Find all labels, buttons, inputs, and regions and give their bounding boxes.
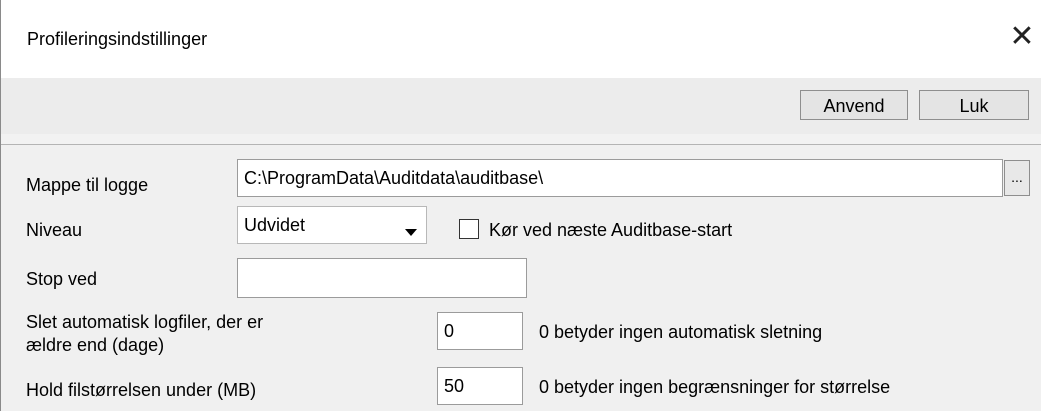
title-bar: Profileringsindstillinger ✕ — [1, 0, 1042, 78]
apply-button[interactable]: Anvend — [800, 90, 908, 120]
folder-path-input[interactable]: C:\ProgramData\Auditdata\auditbase\ — [237, 159, 1003, 197]
settings-form: Mappe til logge C:\ProgramData\Auditdata… — [1, 145, 1041, 411]
stop-at-input[interactable] — [237, 258, 527, 298]
level-label: Niveau — [26, 220, 83, 240]
close-icon[interactable]: ✕ — [1007, 22, 1037, 52]
max-size-label: Hold filstørrelsen under (MB) — [26, 380, 257, 400]
auto-delete-label-line1: Slet automatisk logfiler, der er — [26, 312, 264, 332]
auto-delete-hint: 0 betyder ingen automatisk sletning — [539, 322, 823, 342]
close-button[interactable]: Luk — [919, 90, 1029, 120]
max-size-input[interactable]: 50 — [437, 367, 523, 405]
settings-dialog: Profileringsindstillinger ✕ Anvend Luk M… — [0, 0, 1042, 411]
level-select-value: Udvidet — [244, 215, 306, 235]
run-next-start-label: Kør ved næste Auditbase-start — [489, 220, 733, 240]
browse-button[interactable]: ... — [1004, 160, 1030, 196]
auto-delete-days-input[interactable]: 0 — [437, 312, 523, 350]
chevron-down-icon[interactable] — [405, 229, 417, 236]
run-next-start-checkbox[interactable] — [459, 219, 479, 239]
max-size-hint: 0 betyder ingen begrænsninger for større… — [539, 377, 891, 397]
stop-at-label: Stop ved — [26, 269, 98, 289]
auto-delete-label-line2: ældre end (dage) — [26, 335, 165, 355]
level-select[interactable]: Udvidet — [237, 206, 427, 244]
folder-label: Mappe til logge — [26, 175, 149, 195]
toolbar: Anvend Luk — [1, 78, 1041, 135]
toolbar-divider — [1, 134, 1041, 145]
dialog-title: Profileringsindstillinger — [27, 29, 208, 49]
